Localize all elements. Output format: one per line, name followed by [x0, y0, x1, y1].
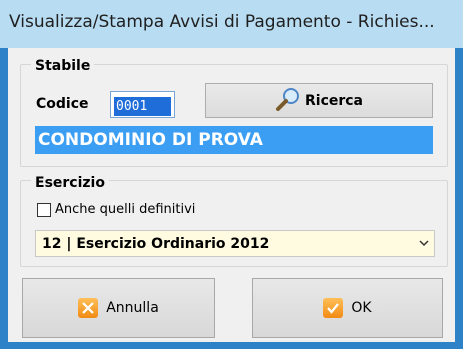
esercizio-select[interactable]: 12 | Esercizio Ordinario 2012: [35, 230, 435, 257]
condominio-name: CONDOMINIO DI PROVA: [35, 126, 433, 154]
ok-label: OK: [351, 300, 372, 316]
x-icon: [78, 298, 99, 318]
codice-label: Codice: [36, 96, 89, 112]
ok-button[interactable]: OK: [252, 278, 443, 338]
esercizio-group-label: Esercizio: [31, 175, 109, 191]
chevron-down-icon[interactable]: [414, 240, 434, 247]
stabile-group-label: Stabile: [31, 58, 95, 74]
ricerca-label: Ricerca: [304, 92, 364, 109]
codice-field-frame: [110, 91, 175, 118]
esercizio-selected-value: 12 | Esercizio Ordinario 2012: [42, 235, 270, 252]
ricerca-button[interactable]: Ricerca: [205, 83, 433, 118]
magnifier-icon: [275, 87, 301, 115]
annulla-label: Annulla: [106, 300, 159, 316]
checkbox-box[interactable]: [37, 202, 51, 217]
anche-definitivi-checkbox[interactable]: Anche quelli definitivi: [37, 202, 195, 217]
window-title: Visualizza/Stampa Avvisi di Pagamento - …: [9, 12, 435, 32]
codice-input[interactable]: [114, 97, 171, 116]
checkmark-icon: [323, 298, 344, 318]
annulla-button[interactable]: Annulla: [22, 278, 215, 338]
checkbox-label: Anche quelli definitivi: [55, 202, 196, 217]
title-bar[interactable]: Visualizza/Stampa Avvisi di Pagamento - …: [0, 0, 463, 48]
